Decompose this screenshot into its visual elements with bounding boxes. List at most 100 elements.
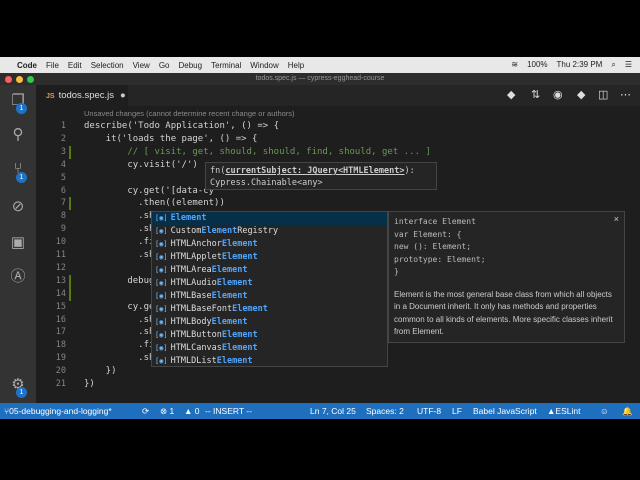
code-line[interactable]: cy.visit('/') (84, 160, 197, 170)
split-editor-icon[interactable]: ◫ (598, 88, 608, 101)
code-line[interactable]: it('loads the page', () => { (84, 134, 258, 144)
details-sig-line: interface Element (394, 217, 476, 226)
line-number: 16 (55, 314, 66, 325)
tab-label: todos.spec.js (58, 90, 115, 101)
menu-terminal[interactable]: Terminal (211, 61, 241, 70)
git-next-icon[interactable]: ◆ (577, 88, 585, 101)
menu-list-icon[interactable]: ☰ (625, 60, 632, 70)
suggestion-item[interactable]: [◉] Element (152, 212, 387, 225)
suggestion-match: Element (211, 265, 248, 275)
suggestion-item[interactable]: [◉] HTMLAppletElement (152, 251, 387, 264)
feedback-smiley-icon[interactable]: ☺ (600, 403, 609, 419)
autocomplete-list[interactable]: [◉] Element [◉] CustomElementRegistry [◉] HTM… (151, 211, 388, 367)
suggestion-match: Element (170, 213, 207, 223)
suggestion-item[interactable]: [◉] HTMLBaseFontElement (152, 303, 387, 316)
debug-icon[interactable]: ⊘ (8, 197, 28, 217)
variable-icon: [◉] (155, 305, 168, 313)
code-line[interactable]: .sh (84, 353, 154, 363)
errors-count[interactable]: ⊗ 1 (160, 403, 174, 419)
branch-indicator[interactable]: ⑂ 05-debugging-and-logging* (4, 403, 112, 419)
clock[interactable]: Thu 2:39 PM (557, 60, 603, 70)
open-changes-icon[interactable]: ⇅ (531, 88, 540, 101)
suggestion-item[interactable]: [◉] HTMLDListElement (152, 355, 387, 368)
suggestion-match: Element (216, 278, 253, 288)
cursor-position[interactable]: Ln 7, Col 25 (310, 403, 356, 419)
code-line[interactable]: // [ visit, get, should, should, find, s… (84, 147, 430, 157)
suggestion-item[interactable]: [◉] HTMLCanvasElement (152, 342, 387, 355)
line-number: 10 (55, 237, 66, 248)
mac-menubar: Code File Edit Selection View Go Debug T… (0, 57, 640, 73)
close-window-button[interactable] (5, 76, 12, 83)
suggestion-item[interactable]: [◉] HTMLBodyElement (152, 316, 387, 329)
suggestion-item[interactable]: [◉] HTMLAnchorElement (152, 238, 387, 251)
git-compare-icon[interactable]: ◆ (507, 88, 515, 101)
indentation[interactable]: Spaces: 2 (366, 403, 404, 419)
preview-icon[interactable]: ◉ (553, 88, 563, 101)
variable-icon: [◉] (155, 344, 168, 352)
search-icon[interactable]: ⚲ (8, 125, 28, 145)
gitlens-icon[interactable]: Ⓐ (8, 267, 28, 287)
code-line[interactable]: .sh (84, 327, 154, 337)
wifi-icon[interactable]: ≋ (511, 60, 518, 70)
close-icon[interactable]: × (614, 214, 619, 224)
unsaved-dot-icon[interactable]: ● (120, 90, 126, 101)
menu-go[interactable]: Go (159, 61, 170, 70)
maximize-window-button[interactable] (27, 76, 34, 83)
code-line[interactable]: .then((element)) (84, 198, 225, 208)
more-actions-icon[interactable]: ⋯ (620, 88, 631, 101)
suggestion-item[interactable]: [◉] HTMLAudioElement (152, 277, 387, 290)
minimize-window-button[interactable] (16, 76, 23, 83)
extensions-icon[interactable]: ▣ (8, 233, 28, 253)
menu-app[interactable]: Code (17, 61, 37, 70)
code-line[interactable]: .sh (84, 211, 154, 221)
blame-annotation: Unsaved changes (cannot determine recent… (84, 109, 295, 118)
code-line[interactable]: .sh (84, 224, 154, 234)
code-line[interactable]: .sh (84, 250, 154, 260)
suggestion-item[interactable]: [◉] HTMLBaseElement (152, 290, 387, 303)
code-line[interactable]: .fi (84, 237, 154, 247)
line-ending[interactable]: LF (452, 403, 462, 419)
git-modified-gutter (69, 274, 71, 288)
eslint-label: ESLint (555, 406, 581, 416)
suggestion-match: Element (201, 226, 238, 236)
suggestion-match: Element (216, 356, 253, 366)
code-line[interactable]: }) (84, 366, 117, 376)
suggestion-item[interactable]: [◉] HTMLButtonElement (152, 329, 387, 342)
code-line[interactable]: .fi (84, 340, 154, 350)
language-mode[interactable]: Babel JavaScript (473, 403, 537, 419)
activity-bar: ❐ 1 ⚲ ⑂ 1 ⊘ ▣ Ⓐ ⚙ 1 (0, 85, 36, 403)
menu-selection[interactable]: Selection (91, 61, 124, 70)
code-line[interactable]: }) (84, 379, 95, 389)
suggestion-match: Element (221, 343, 258, 353)
notifications-bell-icon[interactable]: 🔔 (622, 403, 633, 419)
code-line[interactable]: debug (84, 276, 154, 286)
variable-icon: [◉] (155, 214, 168, 222)
menu-debug[interactable]: Debug (178, 61, 202, 70)
menu-edit[interactable]: Edit (68, 61, 82, 70)
code-line[interactable]: describe('Todo Application', () => { (84, 121, 279, 131)
menu-help[interactable]: Help (288, 61, 304, 70)
tab-todos-spec[interactable]: JS todos.spec.js ● (36, 85, 128, 106)
code-line[interactable]: .sh (84, 315, 154, 325)
details-sig-line: new (): Element; (394, 242, 472, 251)
warnings-count[interactable]: ▲ 0 (184, 403, 200, 419)
menu-view[interactable]: View (133, 61, 150, 70)
menu-file[interactable]: File (46, 61, 59, 70)
encoding[interactable]: UTF-8 (417, 403, 441, 419)
battery-label[interactable]: 100% (527, 60, 547, 70)
code-line[interactable]: cy.ge (84, 302, 154, 312)
code-line[interactable]: cy.get('[data-cy (84, 186, 214, 196)
eslint-status[interactable]: ▲ ESLint (547, 403, 580, 419)
search-icon[interactable]: ⌕ (611, 60, 615, 70)
suggestion-prefix: HTMLAnchor (170, 239, 222, 249)
git-modified-gutter (69, 145, 71, 159)
js-file-icon: JS (46, 93, 55, 100)
details-sig-line: var Element: { (394, 229, 462, 239)
suggestion-item[interactable]: [◉] CustomElementRegistry (152, 225, 387, 238)
menu-window[interactable]: Window (250, 61, 278, 70)
sync-icon[interactable]: ⟳ (142, 403, 149, 419)
variable-icon: [◉] (155, 331, 168, 339)
line-number: 4 (60, 159, 66, 170)
suggestion-item[interactable]: [◉] HTMLAreaElement (152, 264, 387, 277)
line-number: 13 (55, 275, 66, 286)
